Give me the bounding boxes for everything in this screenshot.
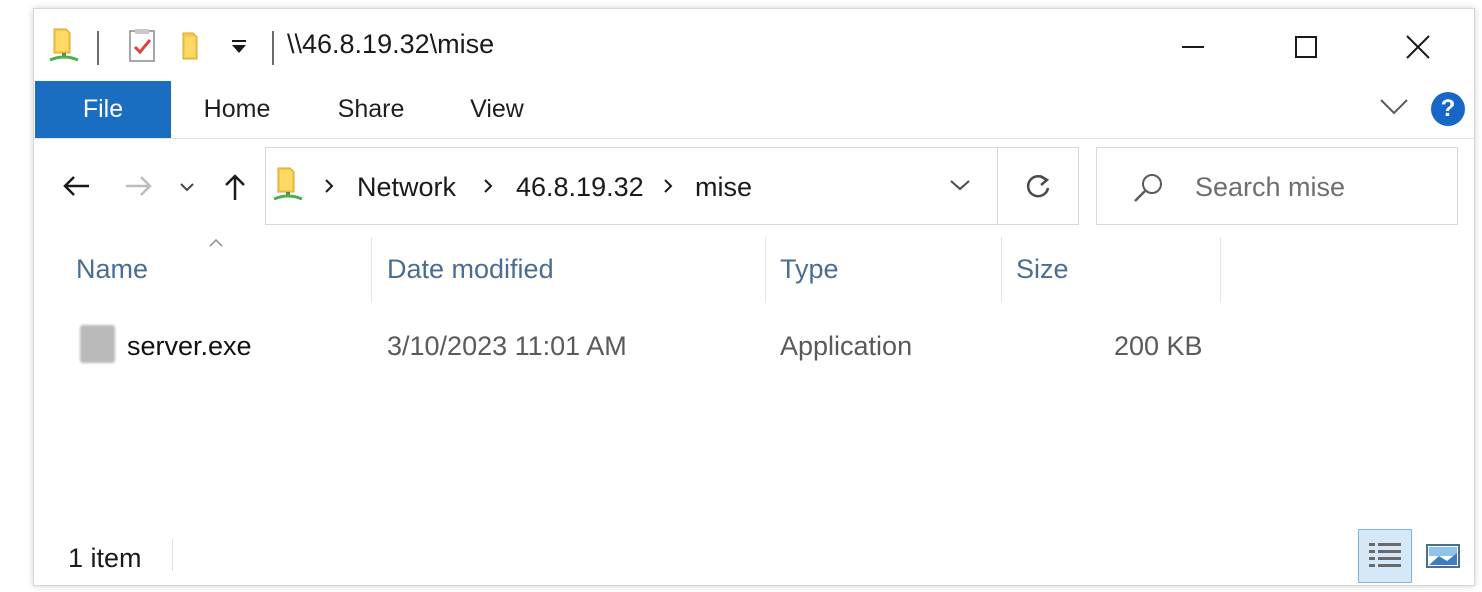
application-file-icon xyxy=(80,325,115,363)
network-folder-icon xyxy=(272,166,304,209)
forward-arrow-icon xyxy=(126,176,152,196)
tab-home[interactable]: Home xyxy=(197,81,277,138)
ribbon: File Home Share View ? xyxy=(34,81,1474,139)
expand-ribbon-chevron-icon[interactable] xyxy=(1379,97,1409,122)
back-button[interactable] xyxy=(58,169,94,203)
quick-access-separator xyxy=(272,31,274,65)
sort-ascending-icon xyxy=(208,235,224,253)
maximize-button[interactable] xyxy=(1283,27,1329,67)
minimize-icon xyxy=(1182,46,1204,48)
column-divider[interactable] xyxy=(371,237,372,303)
status-item-count: 1 item xyxy=(68,543,142,573)
search-icon xyxy=(1131,172,1165,209)
search-input[interactable]: Search mise xyxy=(1195,172,1345,203)
window-title: \\46.8.19.32\mise xyxy=(287,29,495,59)
address-bar[interactable]: Network 46.8.19.32 mise xyxy=(265,147,998,225)
file-type: Application xyxy=(780,331,913,361)
refresh-button[interactable] xyxy=(998,147,1079,225)
column-divider[interactable] xyxy=(1001,237,1002,303)
breadcrumb-network[interactable]: Network xyxy=(357,172,456,203)
tab-share[interactable]: Share xyxy=(331,81,411,138)
file-date-modified: 3/10/2023 11:01 AM xyxy=(387,331,627,361)
customize-toolbar-dropdown-icon[interactable] xyxy=(230,39,248,60)
file-explorer-window: \\46.8.19.32\mise File Home Share View ? xyxy=(33,8,1475,586)
tab-file[interactable]: File xyxy=(35,81,171,138)
network-folder-icon xyxy=(48,27,80,70)
large-icons-view-icon xyxy=(1426,544,1460,568)
forward-button[interactable] xyxy=(121,169,157,203)
chevron-down-icon xyxy=(180,183,194,192)
refresh-icon xyxy=(1026,174,1050,198)
column-header-name[interactable]: Name xyxy=(76,254,148,285)
help-button[interactable]: ? xyxy=(1431,92,1465,126)
file-size: 200 KB xyxy=(1114,331,1203,361)
maximize-icon xyxy=(1295,36,1317,58)
breadcrumb-host[interactable]: 46.8.19.32 xyxy=(516,172,644,203)
file-name: server.exe xyxy=(127,331,252,361)
properties-icon[interactable] xyxy=(127,27,159,70)
minimize-button[interactable] xyxy=(1170,27,1216,67)
close-icon xyxy=(1406,35,1430,59)
column-divider[interactable] xyxy=(765,237,766,303)
back-arrow-icon xyxy=(63,176,89,196)
details-view-button[interactable] xyxy=(1358,529,1412,583)
column-divider[interactable] xyxy=(1220,237,1221,303)
breadcrumb-mise[interactable]: mise xyxy=(695,172,752,203)
up-arrow-icon xyxy=(225,174,245,200)
column-header-type[interactable]: Type xyxy=(780,254,839,285)
large-icons-view-button[interactable] xyxy=(1416,529,1470,583)
title-bar: \\46.8.19.32\mise xyxy=(34,9,1474,81)
quick-access-separator xyxy=(97,31,99,65)
status-separator xyxy=(172,539,173,571)
breadcrumb-chevron-icon[interactable] xyxy=(324,178,334,199)
tab-view[interactable]: View xyxy=(462,81,532,138)
close-button[interactable] xyxy=(1395,27,1441,67)
recent-locations-button[interactable] xyxy=(177,177,197,197)
breadcrumb-chevron-icon[interactable] xyxy=(663,178,673,199)
column-header-date-modified[interactable]: Date modified xyxy=(387,254,554,285)
file-row[interactable]: server.exe 3/10/2023 11:01 AM Applicatio… xyxy=(74,319,1224,375)
search-box[interactable]: Search mise xyxy=(1096,147,1458,225)
details-view-icon xyxy=(1369,543,1401,567)
breadcrumb-chevron-icon[interactable] xyxy=(483,178,493,199)
address-history-dropdown-icon[interactable] xyxy=(949,178,971,197)
up-button[interactable] xyxy=(218,169,252,205)
new-folder-icon[interactable] xyxy=(179,27,209,70)
column-header-size[interactable]: Size xyxy=(1016,254,1069,285)
